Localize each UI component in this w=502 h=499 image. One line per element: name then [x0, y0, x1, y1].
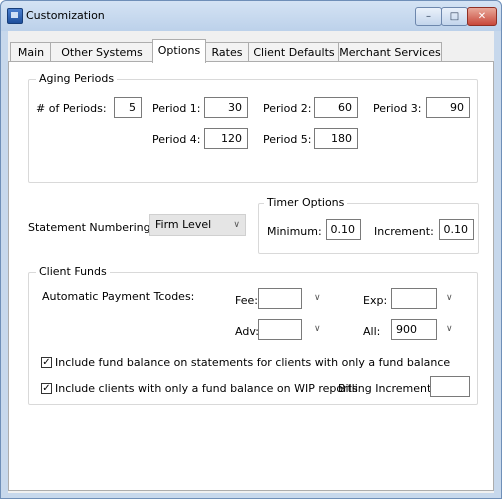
- period-1-label: Period 1:: [152, 102, 201, 115]
- period-5-input[interactable]: 180: [314, 128, 358, 149]
- period-4-input[interactable]: 120: [204, 128, 248, 149]
- title-bar[interactable]: Customization – □ ✕: [1, 1, 501, 31]
- client-funds-group: Client Funds Automatic Payment Tcodes: F…: [28, 265, 478, 405]
- aging-periods-group: Aging Periods # of Periods: 5 Period 1: …: [28, 72, 478, 183]
- fund-balance-statements-label[interactable]: Include fund balance on statements for c…: [55, 356, 450, 369]
- period-1-input[interactable]: 30: [204, 97, 248, 118]
- close-button[interactable]: ✕: [467, 7, 497, 26]
- timer-minimum-input[interactable]: 0.10: [326, 219, 361, 240]
- period-5-label: Period 5:: [263, 133, 312, 146]
- fund-balance-statements-checkbox[interactable]: ✓: [41, 357, 52, 368]
- timer-options-group: Timer Options Minimum: 0.10 Increment: 0…: [258, 196, 479, 254]
- client-funds-legend: Client Funds: [36, 265, 110, 278]
- minimize-button[interactable]: –: [415, 7, 442, 26]
- period-2-label: Period 2:: [263, 102, 312, 115]
- app-icon: [7, 8, 23, 24]
- check-icon: ✓: [42, 383, 51, 394]
- statement-numbering-label: Statement Numbering:: [28, 221, 155, 234]
- window-title: Customization: [26, 9, 105, 22]
- fee-combo[interactable]: [258, 288, 302, 309]
- customization-window: Customization – □ ✕ Main Other Systems O…: [0, 0, 502, 499]
- billing-increment-label: Billing Increment:: [338, 382, 436, 395]
- chevron-down-icon: ∨: [233, 220, 240, 230]
- all-combo[interactable]: 900: [391, 319, 437, 340]
- timer-increment-label: Increment:: [374, 225, 434, 238]
- fund-balance-wip-checkbox[interactable]: ✓: [41, 383, 52, 394]
- exp-combo[interactable]: [391, 288, 437, 309]
- check-icon: ✓: [42, 357, 51, 368]
- adv-label: Adv:: [235, 325, 259, 338]
- period-2-input[interactable]: 60: [314, 97, 358, 118]
- tab-merchant-services[interactable]: Merchant Services: [338, 42, 442, 62]
- dialog-body: Main Other Systems Options Rates Client …: [8, 31, 494, 493]
- period-3-input[interactable]: 90: [426, 97, 470, 118]
- automatic-payment-tcodes-label: Automatic Payment Tcodes:: [42, 290, 195, 303]
- timer-options-legend: Timer Options: [264, 196, 348, 209]
- all-label: All:: [363, 325, 381, 338]
- tab-options[interactable]: Options: [152, 39, 206, 63]
- adv-combo[interactable]: [258, 319, 302, 340]
- fee-label: Fee:: [235, 294, 258, 307]
- tab-client-defaults[interactable]: Client Defaults: [248, 42, 340, 62]
- exp-chevron-down-icon[interactable]: ∨: [446, 293, 453, 303]
- timer-minimum-label: Minimum:: [267, 225, 322, 238]
- tab-rates[interactable]: Rates: [204, 42, 250, 62]
- options-panel: Aging Periods # of Periods: 5 Period 1: …: [8, 61, 494, 491]
- statement-numbering-value: Firm Level: [155, 218, 212, 231]
- billing-increment-input[interactable]: [430, 376, 470, 397]
- num-periods-label: # of Periods:: [36, 102, 107, 115]
- maximize-button[interactable]: □: [441, 7, 468, 26]
- aging-periods-legend: Aging Periods: [36, 72, 118, 85]
- timer-increment-input[interactable]: 0.10: [439, 219, 474, 240]
- tab-other-systems[interactable]: Other Systems: [50, 42, 154, 62]
- statement-numbering-select[interactable]: Firm Level ∨: [149, 214, 246, 236]
- all-chevron-down-icon[interactable]: ∨: [446, 324, 453, 334]
- exp-label: Exp:: [363, 294, 388, 307]
- tab-main[interactable]: Main: [10, 42, 52, 62]
- adv-chevron-down-icon[interactable]: ∨: [314, 324, 321, 334]
- period-4-label: Period 4:: [152, 133, 201, 146]
- fee-chevron-down-icon[interactable]: ∨: [314, 293, 321, 303]
- period-3-label: Period 3:: [373, 102, 422, 115]
- num-periods-input[interactable]: 5: [114, 97, 142, 118]
- fund-balance-wip-label[interactable]: Include clients with only a fund balance…: [55, 382, 358, 395]
